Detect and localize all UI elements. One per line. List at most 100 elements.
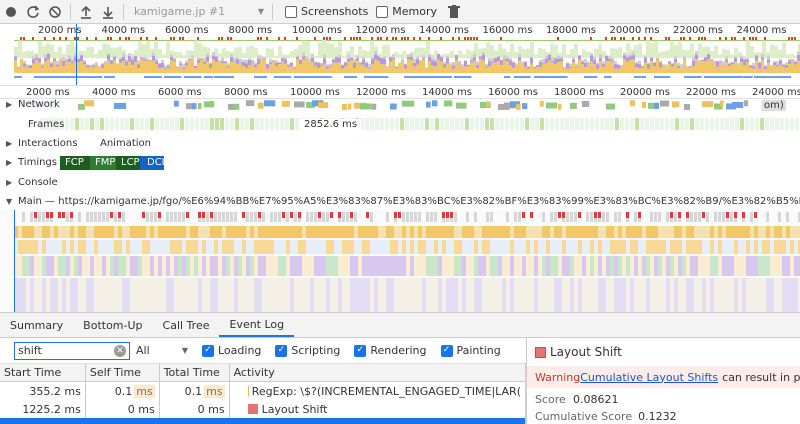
cpu-scripting-bar xyxy=(608,60,611,73)
activity-slice xyxy=(430,278,434,312)
cpu-rendering-bar xyxy=(176,67,179,68)
timeline-overview[interactable]: 2000 ms 4000 ms 6000 ms 8000 ms 10000 ms 1200… xyxy=(0,24,800,86)
long-task-mark xyxy=(442,212,445,218)
reload-icon[interactable] xyxy=(22,1,44,23)
table-row-selected[interactable] xyxy=(0,418,525,424)
upload-icon[interactable] xyxy=(75,1,97,23)
cpu-other-bar xyxy=(233,57,236,62)
scripting-slice xyxy=(242,240,246,254)
loading-checkbox[interactable]: ✓ Loading xyxy=(202,344,261,357)
duration-select[interactable]: All ▼ xyxy=(136,344,188,357)
tab-summary[interactable]: Summary xyxy=(0,313,73,337)
expand-triangle-icon[interactable]: ▶ xyxy=(6,158,12,167)
frame-block xyxy=(665,118,669,130)
frame-block xyxy=(470,118,474,130)
rendering-checkbox[interactable]: ✓ Rendering xyxy=(354,344,427,357)
long-task-mark xyxy=(282,212,285,218)
cpu-rendering-bar xyxy=(719,62,722,64)
tab-event-log[interactable]: Event Log xyxy=(219,313,295,337)
track-main[interactable]: Main — https://kamigame.jp/fgo/%E6%94%BB… xyxy=(18,196,800,207)
scripting-slice xyxy=(682,226,686,238)
timing-marker-label[interactable]: DCL xyxy=(144,156,170,170)
frame-block xyxy=(385,118,389,130)
flame-chart[interactable]: 2000 ms 4000 ms 6000 ms 8000 ms 10000 ms 1200… xyxy=(0,86,800,312)
rendering-label: Rendering xyxy=(370,344,427,357)
scripting-slice xyxy=(38,226,42,238)
cpu-other-bar xyxy=(680,64,683,68)
cpu-other-bar xyxy=(59,58,62,60)
long-task-mark xyxy=(290,212,293,218)
cpu-scripting-bar xyxy=(62,65,65,73)
column-activity[interactable]: Activity xyxy=(230,364,525,381)
track-console[interactable]: Console xyxy=(18,177,58,188)
cpu-rendering-bar xyxy=(239,62,242,64)
tab-bottom-up[interactable]: Bottom-Up xyxy=(73,313,152,337)
cpu-scripting-bar xyxy=(752,68,755,73)
table-row[interactable]: 355.2 ms 0.1 ms 0.1 ms RegExp: \$?(INCREME… xyxy=(0,382,525,400)
column-start-time[interactable]: Start Time xyxy=(0,364,86,381)
cpu-rendering-bar xyxy=(623,55,626,60)
timing-marker-label[interactable]: LCP xyxy=(118,156,143,170)
painting-checkbox[interactable]: ✓ Painting xyxy=(440,344,501,357)
expand-triangle-icon[interactable]: ▶ xyxy=(6,178,12,187)
task-block xyxy=(586,212,589,222)
frame-block xyxy=(515,118,519,130)
activity-slice xyxy=(422,256,426,276)
activity-slice xyxy=(166,256,170,276)
tab-call-tree[interactable]: Call Tree xyxy=(153,313,220,337)
clear-icon[interactable] xyxy=(44,1,66,23)
expand-triangle-icon[interactable]: ▶ xyxy=(6,100,12,109)
table-row[interactable]: 1225.2 ms 0 ms 0 ms Layout Shift xyxy=(0,400,525,418)
cpu-scripting-bar xyxy=(206,61,209,73)
record-icon[interactable] xyxy=(0,1,22,23)
track-interactions[interactable]: Interactions xyxy=(18,138,78,149)
fps-warning-mark xyxy=(323,37,325,40)
track-timings[interactable]: Timings xyxy=(18,157,57,168)
long-task-mark xyxy=(450,212,453,218)
scripting-slice xyxy=(362,226,366,238)
cpu-rendering-bar xyxy=(110,60,113,64)
frame-block xyxy=(295,118,299,130)
cpu-other-bar xyxy=(221,57,224,62)
clear-filter-icon[interactable]: ✕ xyxy=(114,344,126,357)
memory-checkbox[interactable]: Memory xyxy=(376,5,437,18)
download-icon[interactable] xyxy=(97,1,119,23)
cpu-other-bar xyxy=(473,53,476,58)
scripting-slice xyxy=(226,226,230,238)
cls-link[interactable]: Cumulative Layout Shifts xyxy=(580,371,718,384)
timing-marker-label[interactable]: FCP xyxy=(62,156,87,170)
fps-warning-mark xyxy=(197,37,199,40)
task-block xyxy=(550,212,553,222)
screenshots-checkbox[interactable]: Screenshots xyxy=(285,5,368,18)
profile-select[interactable]: kamigame.jp #1 ▼ xyxy=(128,3,268,21)
long-task-mark xyxy=(58,212,61,218)
column-total-time[interactable]: Total Time xyxy=(160,364,230,381)
activity-slice xyxy=(110,256,114,276)
collapse-triangle-icon[interactable]: ▼ xyxy=(6,197,12,206)
network-overview-bar xyxy=(784,76,791,78)
cpu-scripting-bar xyxy=(116,64,119,73)
timing-marker-label[interactable]: FMP xyxy=(92,156,118,170)
activity-slice xyxy=(114,256,118,276)
scripting-slice xyxy=(90,240,94,254)
track-network[interactable]: Network xyxy=(18,99,60,110)
cpu-rendering-bar xyxy=(50,63,53,68)
trash-icon[interactable] xyxy=(443,1,465,23)
fps-bar xyxy=(662,51,666,58)
activity-slice xyxy=(298,278,302,312)
cpu-scripting-bar xyxy=(386,68,389,73)
track-frames[interactable]: Frames xyxy=(28,119,64,130)
frame-block xyxy=(765,118,769,130)
activity-slice xyxy=(458,278,462,312)
scripting-checkbox[interactable]: ✓ Scripting xyxy=(275,344,340,357)
frame-block xyxy=(510,118,514,130)
scripting-slice xyxy=(550,240,554,254)
cpu-other-bar xyxy=(692,56,695,61)
cpu-scripting-bar xyxy=(35,59,38,73)
scripting-slice xyxy=(526,226,530,238)
cpu-other-bar xyxy=(788,59,791,61)
expand-triangle-icon[interactable]: ▶ xyxy=(6,139,12,148)
track-animation[interactable]: Animation xyxy=(100,138,151,149)
column-self-time[interactable]: Self Time xyxy=(86,364,160,381)
filter-input[interactable]: shift ✕ xyxy=(14,341,130,360)
